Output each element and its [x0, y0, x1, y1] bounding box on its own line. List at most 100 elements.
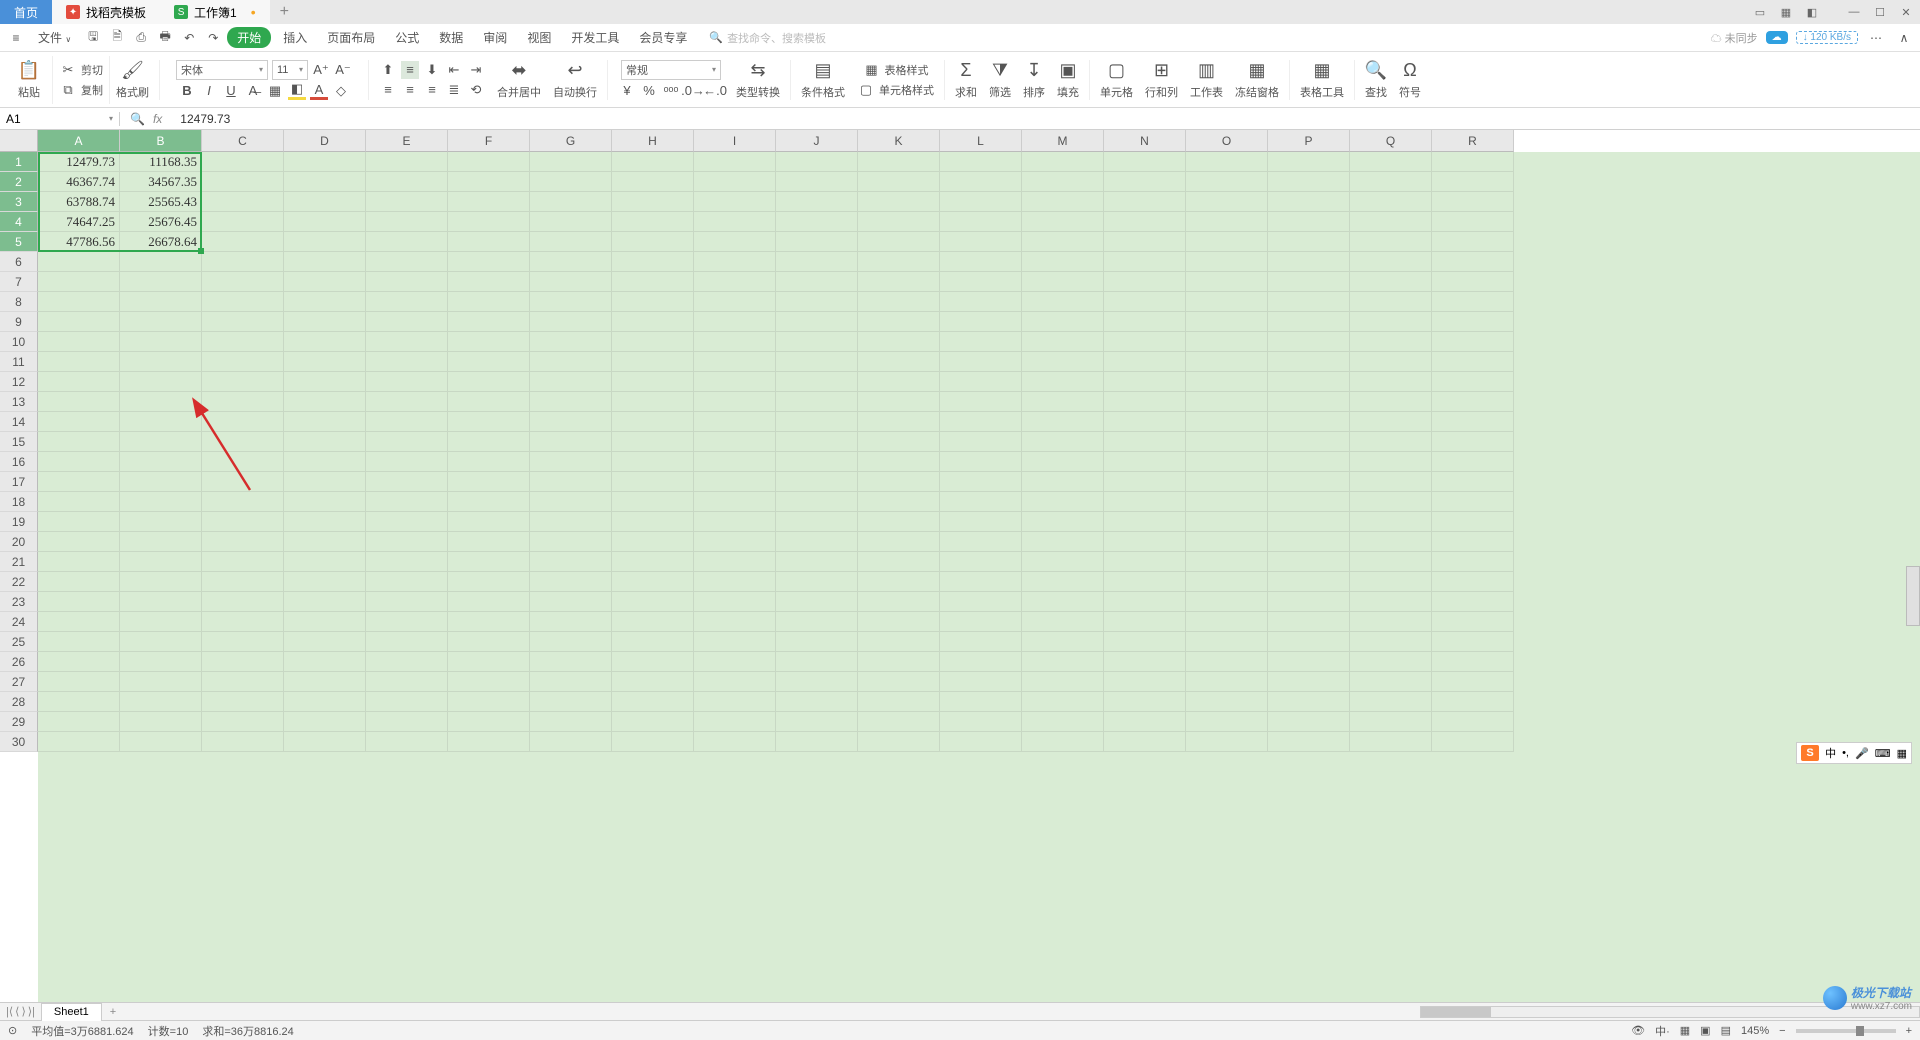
cell[interactable] [530, 692, 612, 712]
cell[interactable] [1186, 712, 1268, 732]
cell[interactable] [776, 272, 858, 292]
cell[interactable] [1350, 532, 1432, 552]
cell[interactable] [858, 492, 940, 512]
cell[interactable] [366, 532, 448, 552]
cell[interactable] [858, 212, 940, 232]
zoom-value[interactable]: 145% [1741, 1025, 1769, 1037]
cell[interactable] [120, 452, 202, 472]
cell[interactable] [940, 632, 1022, 652]
cell[interactable] [366, 392, 448, 412]
type-convert-button[interactable]: ⇆类型转换 [730, 60, 786, 100]
cell[interactable] [612, 612, 694, 632]
cell[interactable] [366, 432, 448, 452]
cell[interactable] [1186, 412, 1268, 432]
col-header-L[interactable]: L [940, 130, 1022, 152]
cell[interactable] [694, 612, 776, 632]
cell[interactable] [530, 152, 612, 172]
col-header-R[interactable]: R [1432, 130, 1514, 152]
cell[interactable] [1350, 352, 1432, 372]
menu-insert[interactable]: 插入 [275, 29, 315, 46]
cell[interactable] [612, 732, 694, 752]
cell[interactable] [1022, 152, 1104, 172]
cell[interactable] [448, 372, 530, 392]
cell[interactable] [120, 412, 202, 432]
row-header-26[interactable]: 26 [0, 652, 38, 672]
cell[interactable] [1432, 612, 1514, 632]
cell[interactable] [284, 592, 366, 612]
ime-voice-icon[interactable]: 🎤 [1855, 747, 1869, 760]
cell[interactable] [1350, 652, 1432, 672]
print-icon[interactable]: ⎙ [131, 28, 151, 48]
cell[interactable] [1022, 172, 1104, 192]
cell[interactable] [858, 412, 940, 432]
cell[interactable] [612, 412, 694, 432]
menu-data[interactable]: 数据 [431, 29, 471, 46]
new-tab-button[interactable]: + [270, 3, 299, 21]
cell[interactable] [202, 232, 284, 252]
cell[interactable] [612, 392, 694, 412]
cell[interactable] [448, 532, 530, 552]
cell[interactable] [1268, 452, 1350, 472]
save-as-icon[interactable]: 🗎 [107, 28, 127, 48]
cell[interactable] [284, 152, 366, 172]
cell[interactable] [940, 392, 1022, 412]
sort-button[interactable]: ↧排序 [1017, 60, 1051, 100]
cell[interactable] [1186, 232, 1268, 252]
cell[interactable] [858, 172, 940, 192]
cell[interactable] [776, 552, 858, 572]
row-header-15[interactable]: 15 [0, 432, 38, 452]
cell[interactable] [1104, 492, 1186, 512]
cell[interactable] [858, 472, 940, 492]
cell[interactable] [120, 472, 202, 492]
cell[interactable] [1350, 732, 1432, 752]
cell[interactable] [202, 532, 284, 552]
cell[interactable]: 34567.35 [120, 172, 202, 192]
cell[interactable] [1186, 172, 1268, 192]
cell[interactable] [366, 712, 448, 732]
cell[interactable] [1268, 572, 1350, 592]
cell[interactable] [1186, 332, 1268, 352]
cell[interactable] [202, 632, 284, 652]
cell[interactable] [1268, 512, 1350, 532]
cell[interactable] [530, 432, 612, 452]
cell[interactable] [940, 432, 1022, 452]
strike-icon[interactable]: A̶ [244, 82, 262, 100]
cell[interactable] [38, 292, 120, 312]
cell[interactable] [858, 452, 940, 472]
cell[interactable] [120, 432, 202, 452]
cell[interactable] [366, 612, 448, 632]
cell[interactable] [448, 572, 530, 592]
cell[interactable] [1104, 252, 1186, 272]
cell[interactable] [612, 692, 694, 712]
cell[interactable] [202, 512, 284, 532]
cell[interactable] [1022, 712, 1104, 732]
col-header-E[interactable]: E [366, 130, 448, 152]
cell-area[interactable]: 12479.7311168.3546367.7434567.3563788.74… [38, 152, 1920, 1002]
cell[interactable] [1104, 432, 1186, 452]
cell[interactable] [694, 732, 776, 752]
cell[interactable] [1022, 392, 1104, 412]
cell[interactable] [120, 672, 202, 692]
cell[interactable] [858, 672, 940, 692]
cell[interactable] [612, 352, 694, 372]
cell[interactable] [612, 312, 694, 332]
cell[interactable] [1268, 152, 1350, 172]
cell[interactable] [1186, 672, 1268, 692]
cell[interactable] [1104, 372, 1186, 392]
cell[interactable] [1432, 572, 1514, 592]
cell[interactable] [1432, 312, 1514, 332]
worksheet-button[interactable]: ▥工作表 [1184, 60, 1229, 100]
cell[interactable] [1022, 732, 1104, 752]
cell[interactable] [284, 692, 366, 712]
cell[interactable] [612, 232, 694, 252]
cell[interactable] [694, 532, 776, 552]
cell[interactable] [202, 712, 284, 732]
cell[interactable] [448, 232, 530, 252]
cell[interactable] [1268, 632, 1350, 652]
cell[interactable] [1022, 572, 1104, 592]
cell[interactable] [776, 352, 858, 372]
cell[interactable] [858, 372, 940, 392]
cell[interactable] [120, 612, 202, 632]
row-header-12[interactable]: 12 [0, 372, 38, 392]
cell[interactable] [1022, 232, 1104, 252]
